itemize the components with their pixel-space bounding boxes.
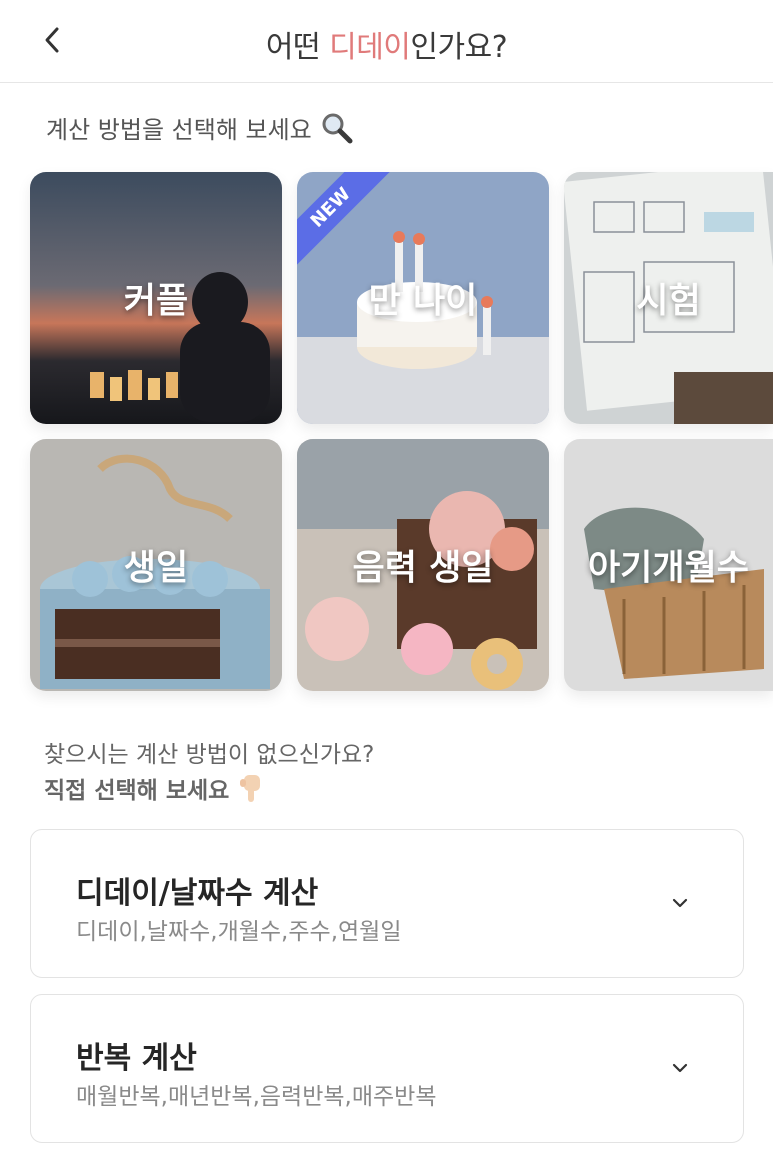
- custom-hint: 찾으시는 계산 방법이 없으신가요? 직접 선택해 보세요: [44, 735, 374, 805]
- page-title: 어떤 디데이인가요?: [265, 30, 508, 65]
- hint-question: 찾으시는 계산 방법이 없으신가요?: [44, 742, 375, 768]
- card-label: 음력 생일: [352, 548, 494, 589]
- card-label: 생일: [123, 548, 189, 589]
- card-age[interactable]: NEW 만 나이: [297, 172, 549, 424]
- magnifier-icon: [322, 113, 353, 143]
- card-lunar-birthday[interactable]: 음력 생일: [297, 439, 549, 691]
- card-couple[interactable]: 커플: [30, 172, 282, 424]
- card-birthday[interactable]: 생일: [30, 439, 282, 691]
- header-bar: 어떤 디데이인가요?: [0, 0, 773, 83]
- hint-direct: 직접 선택해 보세요: [44, 771, 374, 805]
- option-repeat-calc[interactable]: 반복 계산 매월반복,매년반복,음력반복,매주반복: [30, 994, 744, 1143]
- option-title: 반복 계산: [76, 1041, 197, 1076]
- chevron-down-icon[interactable]: [669, 1057, 691, 1079]
- card-label: 아기개월수: [587, 548, 749, 589]
- card-label: 만 나이: [368, 281, 478, 322]
- chevron-down-icon[interactable]: [669, 892, 691, 914]
- option-subtitle: 매월반복,매년반복,음력반복,매주반복: [76, 1084, 437, 1110]
- option-subtitle: 디데이,날짜수,개월수,주수,연월일: [76, 919, 402, 945]
- pointing-down-hand-icon: [240, 775, 261, 802]
- card-baby-months[interactable]: 아기개월수: [564, 439, 773, 691]
- option-dday-calc[interactable]: 디데이/날짜수 계산 디데이,날짜수,개월수,주수,연월일: [30, 829, 744, 978]
- card-exam[interactable]: 시험: [564, 172, 773, 424]
- category-grid: 커플 NEW 만 나이 시험 생일 음력 생일 아기개월수: [0, 172, 773, 694]
- card-label: 시험: [636, 281, 701, 322]
- card-label: 커플: [123, 281, 189, 322]
- option-title: 디데이/날짜수 계산: [76, 876, 319, 911]
- section-subtitle: 계산 방법을 선택해 보세요: [46, 110, 354, 145]
